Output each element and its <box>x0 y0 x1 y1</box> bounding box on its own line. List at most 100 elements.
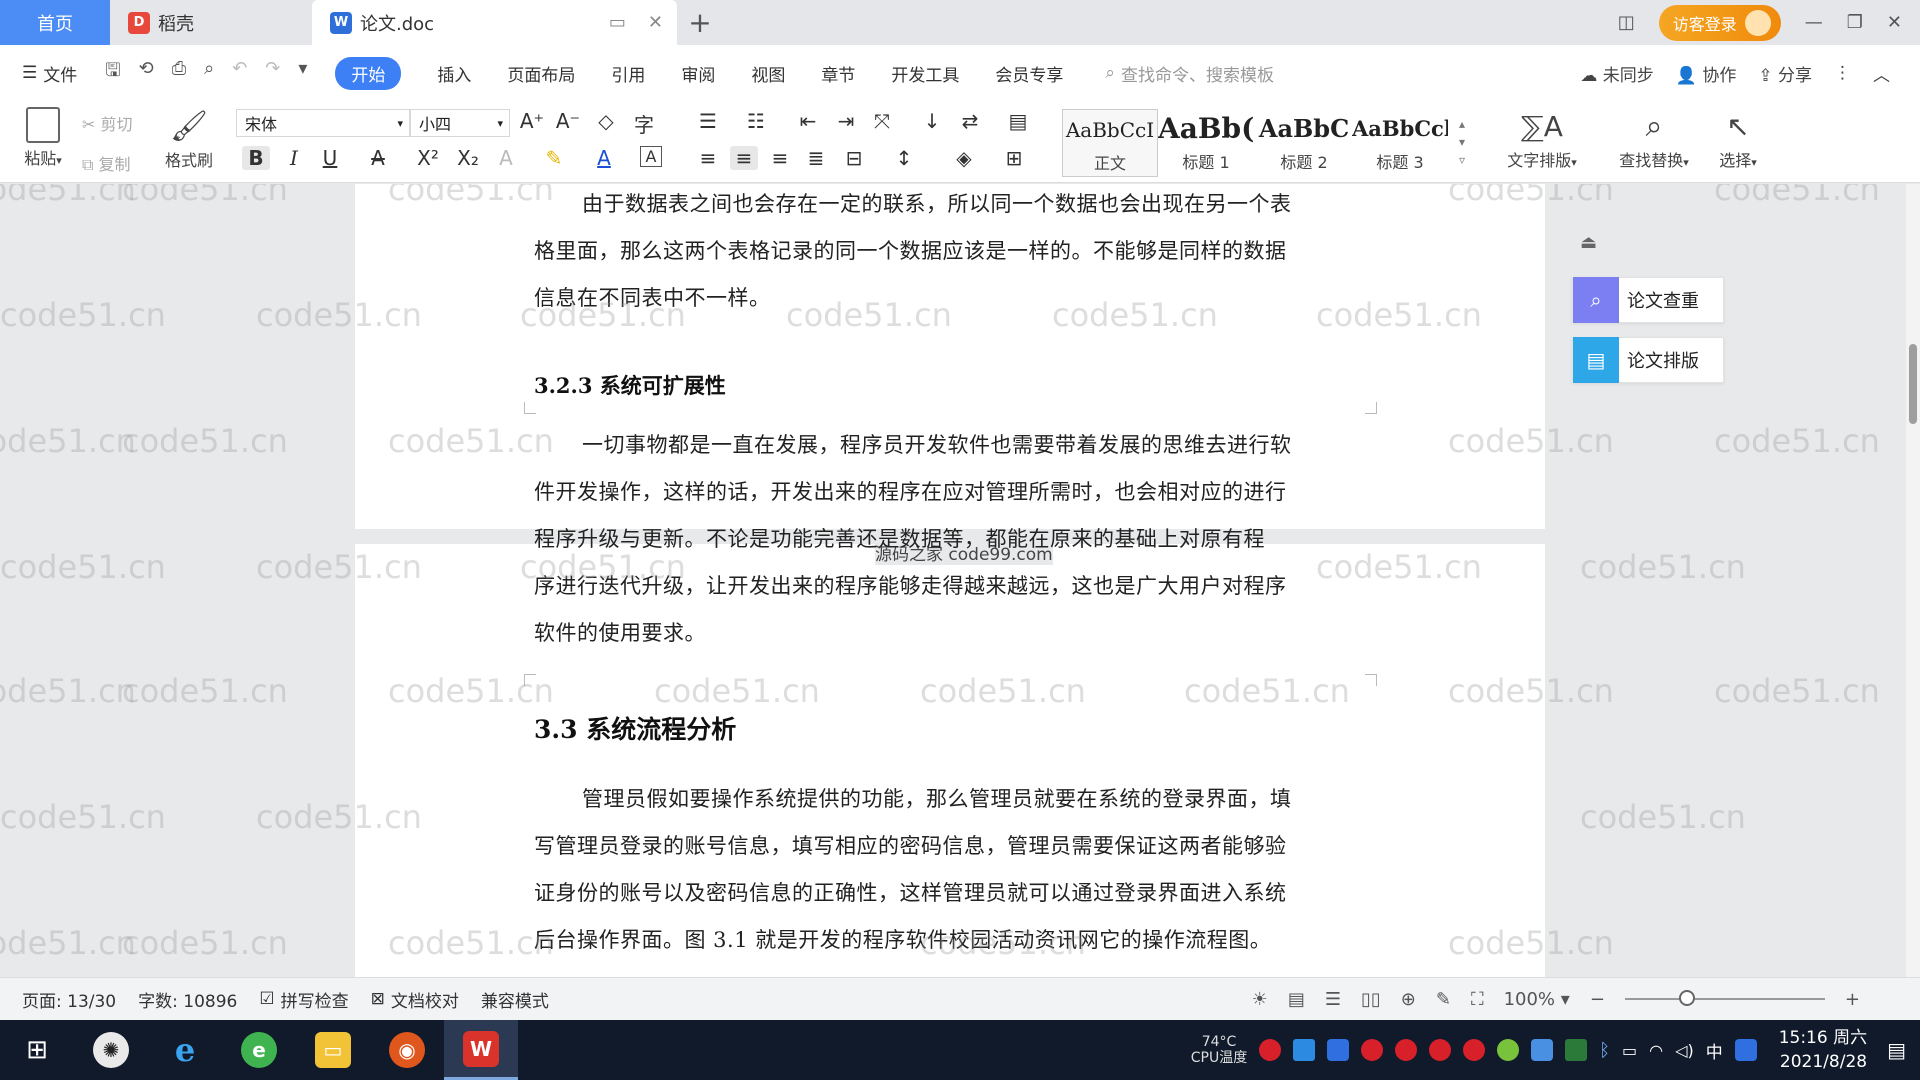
menu-tab-member[interactable]: 会员专享 <box>977 61 1081 86</box>
undo-icon[interactable]: ↶ <box>232 58 247 88</box>
print-preview-icon[interactable]: ⌕ <box>204 58 214 88</box>
menu-tab-page-layout[interactable]: 页面布局 <box>489 61 593 86</box>
zoom-in-icon[interactable]: + <box>1845 989 1860 1010</box>
menu-tab-chapter[interactable]: 章节 <box>803 61 873 86</box>
paragraph-extensibility[interactable]: 一切事物都是一直在发展，程序员开发软件也需要带着发展的思维去进行软 件开发操作，… <box>534 422 1366 657</box>
fit-page-icon[interactable]: ⛶ <box>1471 989 1484 1010</box>
menu-tab-developer[interactable]: 开发工具 <box>873 61 977 86</box>
distribute-icon[interactable]: ⊟ <box>840 146 868 170</box>
cpu-temperature[interactable]: 74°C CPU温度 <box>1191 1034 1247 1066</box>
align-left-icon[interactable]: ≡ <box>694 146 722 170</box>
style-heading-2[interactable]: AaBbC 标题 2 <box>1256 109 1352 177</box>
zoom-slider-knob[interactable] <box>1678 990 1695 1006</box>
file-menu[interactable]: ☰ 文件 <box>0 61 95 86</box>
style-heading-1[interactable]: AaBb( 标题 1 <box>1158 109 1254 177</box>
new-tab-button[interactable]: + <box>677 0 723 45</box>
heading-3-3[interactable]: 3.3 系统流程分析 <box>534 710 736 746</box>
text-layout-button[interactable]: ⅀A 文字排版▾ <box>1496 107 1588 171</box>
menu-tab-insert[interactable]: 插入 <box>419 61 489 86</box>
shading-icon[interactable]: ◈ <box>950 146 978 170</box>
tray-gpu-icon[interactable] <box>1565 1039 1588 1061</box>
tray-plus-icon[interactable] <box>1497 1039 1520 1061</box>
zoom-out-icon[interactable]: − <box>1590 989 1605 1010</box>
redo-icon[interactable]: ↷ <box>265 58 280 88</box>
scrollbar-thumb[interactable] <box>1909 344 1917 424</box>
justify-icon[interactable]: ≣ <box>802 146 830 170</box>
font-size-select[interactable]: 小四 ▾ <box>410 109 510 137</box>
chinese-layout-icon[interactable]: ⤧ <box>868 109 896 133</box>
shrink-font-icon[interactable]: A⁻ <box>554 109 582 133</box>
subscript-icon[interactable]: X₂ <box>454 146 482 170</box>
paste-button[interactable]: 粘贴▾ <box>18 107 68 169</box>
tray-penguin-icon[interactable] <box>1463 1039 1486 1061</box>
style-normal[interactable]: AaBbCcI 正文 <box>1062 109 1158 177</box>
menu-tab-review[interactable]: 审阅 <box>663 61 733 86</box>
cut-button[interactable]: ✂ 剪切 <box>82 111 133 135</box>
thesis-format-button[interactable]: ▤ 论文排版 <box>1572 337 1724 383</box>
battery-icon[interactable]: ▭ <box>1622 1041 1637 1060</box>
command-search[interactable]: ⌕ 查找命令、搜索模板 <box>1105 61 1274 86</box>
align-center-icon[interactable]: ≡ <box>730 146 758 170</box>
thesis-check-button[interactable]: ⌕ 论文查重 <box>1572 277 1724 323</box>
tab-daoke[interactable]: D 稻壳 <box>110 0 302 45</box>
tray-penguin-icon[interactable] <box>1361 1039 1384 1061</box>
document-area[interactable]: 源码之家 code99.com 由于数据表之间也会存在一定的联系，所以同一个数据… <box>0 184 1920 977</box>
copy-button[interactable]: ⧉ 复制 <box>82 151 131 175</box>
decrease-indent-icon[interactable]: ⇤ <box>794 109 822 133</box>
menu-tab-home[interactable]: 开始 <box>335 56 402 90</box>
share-button[interactable]: ⇪ 分享 <box>1758 61 1812 86</box>
tab-document[interactable]: W 论文.doc ▭ ✕ <box>312 0 677 45</box>
spell-check-toggle[interactable]: ☑ 拼写检查 <box>259 987 348 1012</box>
numbered-list-icon[interactable]: ☷ <box>742 109 770 133</box>
show-marks-icon[interactable]: ⇄ <box>956 109 984 133</box>
tab-home[interactable]: 首页 <box>0 0 110 45</box>
underline-icon[interactable]: U <box>316 146 344 170</box>
system-clock[interactable]: 15:16 周六 2021/8/28 <box>1779 1026 1867 1074</box>
character-border-icon[interactable]: A <box>640 146 662 167</box>
grow-font-icon[interactable]: A⁺ <box>518 109 546 133</box>
bold-icon[interactable]: B <box>242 146 270 170</box>
input-method-indicator[interactable]: 中 <box>1706 1038 1723 1063</box>
phonetic-guide-icon[interactable]: 字 <box>630 109 658 138</box>
paragraph-data-consistency[interactable]: 由于数据表之间也会存在一定的联系，所以同一个数据也会出现在另一个表 格里面，那么… <box>534 184 1366 322</box>
sync-status[interactable]: ☁ 未同步 <box>1580 61 1653 86</box>
align-right-icon[interactable]: ≡ <box>766 146 794 170</box>
find-replace-button[interactable]: ⌕ 查找替换▾ <box>1608 107 1700 171</box>
more-options-icon[interactable]: ⋮ <box>1834 63 1851 83</box>
taskbar-app-media[interactable]: ◉ <box>370 1020 444 1080</box>
highlight-icon[interactable]: ✎ <box>540 146 568 170</box>
taskbar-app-explorer[interactable]: ▭ <box>296 1020 370 1080</box>
increase-indent-icon[interactable]: ⇥ <box>832 109 860 133</box>
bullet-list-icon[interactable]: ☰ <box>694 109 722 133</box>
vertical-scrollbar[interactable] <box>1906 184 1920 977</box>
superscript-icon[interactable]: X² <box>414 146 442 170</box>
heading-3-2-3[interactable]: 3.2.3 系统可扩展性 <box>534 370 726 400</box>
taskbar-app-pinwheel[interactable]: ✺ <box>74 1020 148 1080</box>
bluetooth-icon[interactable]: ᛒ <box>1599 1040 1610 1061</box>
strikethrough-icon[interactable]: A <box>364 146 392 170</box>
paragraph-flow-analysis[interactable]: 管理员假如要操作系统提供的功能，那么管理员就要在系统的登录界面，填 写管理员登录… <box>534 776 1366 964</box>
wifi-icon[interactable]: ◠ <box>1649 1041 1663 1060</box>
taskbar-app-browser[interactable]: e <box>222 1020 296 1080</box>
web-view-icon[interactable]: ⊕ <box>1401 989 1416 1010</box>
page-view-icon[interactable]: ▤ <box>1288 989 1305 1010</box>
shield-icon[interactable] <box>1327 1039 1350 1061</box>
italic-icon[interactable]: I <box>280 146 308 170</box>
float-window-icon[interactable]: ▭ <box>609 12 626 33</box>
collaborate-button[interactable]: 👤 协作 <box>1676 61 1737 86</box>
tray-penguin-icon[interactable] <box>1395 1039 1418 1061</box>
taskbar-app-wps[interactable]: W <box>444 1020 518 1080</box>
collapse-ribbon-icon[interactable]: ︿ <box>1873 61 1890 86</box>
guest-login-button[interactable]: 访客登录 <box>1658 4 1781 41</box>
tray-app-icon[interactable] <box>1531 1039 1554 1061</box>
customize-quick-access-icon[interactable]: ▾ <box>298 58 307 88</box>
borders-icon[interactable]: ⊞ <box>1000 146 1028 170</box>
restore-icon[interactable]: ❐ <box>1847 12 1863 33</box>
close-window-icon[interactable]: ✕ <box>1887 12 1902 33</box>
cloud-icon[interactable]: ⟲ <box>139 58 154 88</box>
taskbar-app-ie[interactable]: e <box>148 1020 222 1080</box>
menu-tab-references[interactable]: 引用 <box>593 61 663 86</box>
clear-format-icon[interactable]: ◇ <box>592 109 620 133</box>
format-painter-button[interactable]: 🖌 格式刷 <box>162 107 216 171</box>
search-app-icon[interactable] <box>1734 1039 1757 1061</box>
